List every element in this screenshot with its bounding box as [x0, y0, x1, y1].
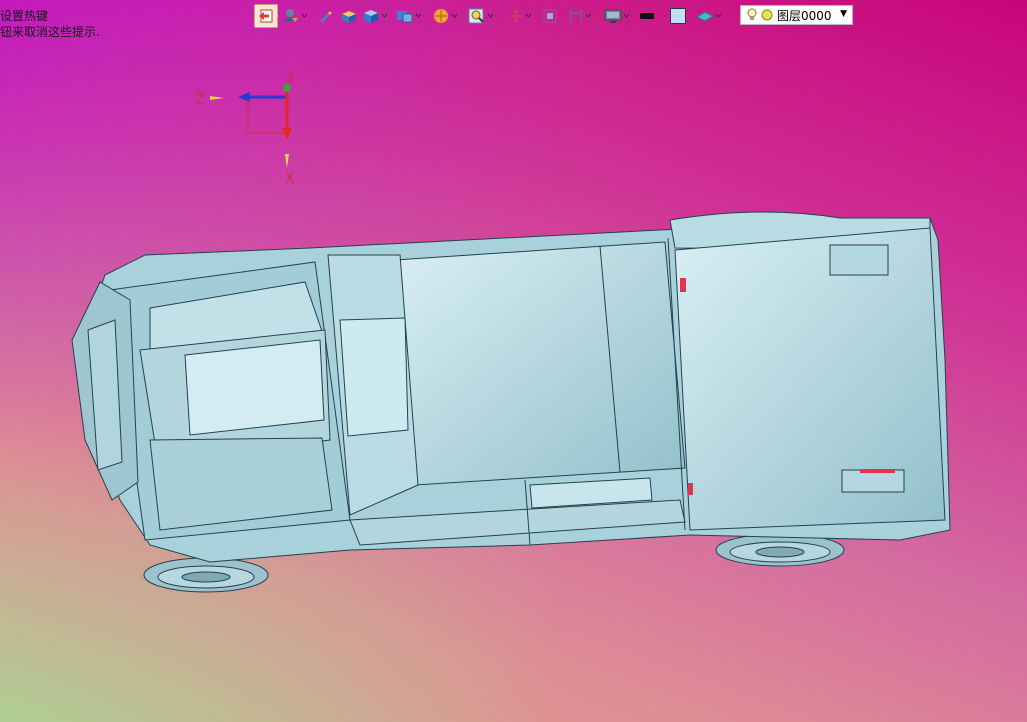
- surface-icon: [696, 11, 714, 22]
- chevron-down-icon: [715, 13, 722, 18]
- front-left-wheel: [715, 533, 845, 567]
- rear-left-wheel: [143, 557, 269, 593]
- cab-roof: [394, 241, 686, 486]
- chevron-down-icon: [525, 13, 532, 18]
- hint-text: 设置热键 钮来取消这些提示.: [0, 8, 100, 40]
- views-icon: [397, 11, 413, 23]
- return-arrow-icon: [259, 9, 273, 23]
- chevron-down-icon: [451, 13, 458, 18]
- section-icon: [570, 10, 582, 22]
- chevron-down-icon: [381, 13, 388, 18]
- pencil-pick-icon: [320, 11, 332, 23]
- pick-button[interactable]: [318, 5, 332, 27]
- chevron-down-icon: [585, 13, 592, 18]
- face-color-button[interactable]: [664, 5, 692, 27]
- line-color-button[interactable]: [634, 5, 660, 27]
- x-axis-label: X: [285, 171, 295, 187]
- truck-model[interactable]: [60, 200, 960, 610]
- zoom-button[interactable]: [468, 5, 494, 27]
- section-button[interactable]: [568, 5, 592, 27]
- coordinate-triad: Z Y X: [195, 72, 295, 187]
- zoom-icon: [468, 8, 484, 24]
- filter-button[interactable]: [282, 5, 308, 27]
- undo-button[interactable]: [254, 4, 278, 28]
- rotate-button[interactable]: [508, 5, 532, 27]
- hint-line-2: 钮来取消这些提示.: [0, 25, 100, 39]
- fit-icon: [543, 9, 557, 23]
- box-icon: [342, 11, 356, 23]
- layer-dropdown[interactable]: 图层0000 ▼: [740, 5, 853, 25]
- bulb-icon: [747, 8, 757, 20]
- fit-button[interactable]: [542, 5, 558, 27]
- surface-button[interactable]: [696, 5, 722, 27]
- chevron-down-icon: [487, 13, 494, 18]
- chevron-down-icon: ▼: [840, 9, 847, 19]
- graphics-viewport[interactable]: 设置热键 钮来取消这些提示. 图层0000 ▼ Z Y X: [0, 0, 1027, 722]
- line-color-swatch: [640, 13, 654, 19]
- views-button[interactable]: [396, 5, 422, 27]
- axis-rotate-icon: [510, 10, 522, 22]
- display-button[interactable]: [604, 5, 630, 27]
- chevron-down-icon: [301, 13, 308, 18]
- shaded-sphere-icon: [434, 9, 448, 23]
- layer-label: 图层0000: [777, 8, 832, 23]
- hint-line-1: 设置热键: [0, 9, 49, 23]
- render-mode-button[interactable]: [432, 5, 458, 27]
- view-cube-button[interactable]: [362, 5, 388, 27]
- z-axis-label: Z: [195, 92, 205, 108]
- layer-color-dot-icon: [761, 9, 773, 21]
- face-color-swatch: [670, 8, 686, 24]
- box-button[interactable]: [340, 5, 358, 27]
- filter-icon: [284, 9, 298, 22]
- chevron-down-icon: [623, 13, 630, 18]
- view-toolbar: [254, 3, 726, 29]
- y-axis-label: Y: [286, 72, 295, 87]
- cube-view-icon: [364, 10, 378, 23]
- monitor-icon: [604, 9, 622, 23]
- chevron-down-icon: [415, 13, 422, 18]
